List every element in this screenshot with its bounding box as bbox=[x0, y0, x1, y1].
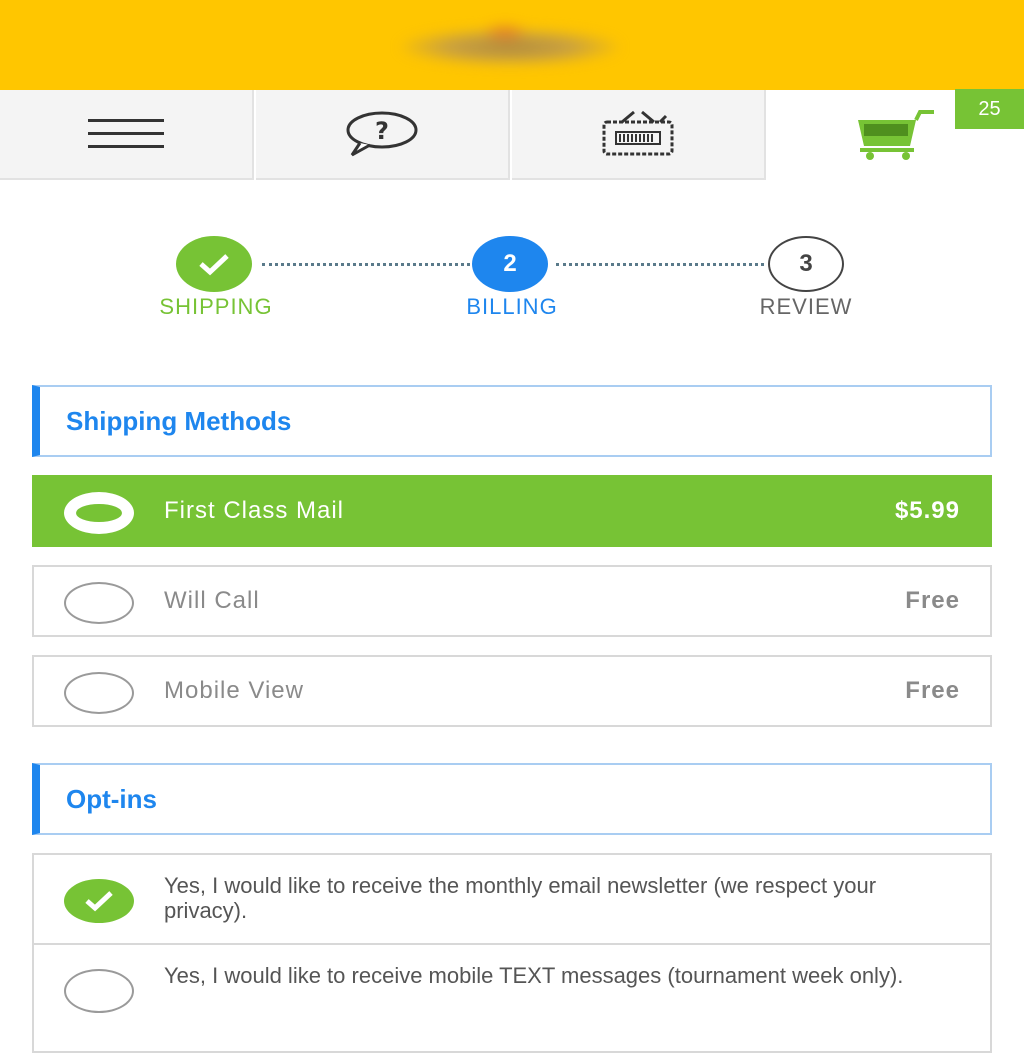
shipping-option-price: Free bbox=[905, 587, 960, 614]
opt-in-sms[interactable]: Yes, I would like to receive mobile TEXT… bbox=[34, 945, 990, 1033]
step-shipping-label: SHIPPING bbox=[159, 294, 273, 319]
radio-unselected-icon[interactable] bbox=[64, 582, 134, 624]
step-connector bbox=[262, 263, 470, 268]
shipping-option-first-class[interactable]: First Class Mail $5.99 bbox=[32, 475, 992, 547]
shipping-option-label: Mobile View bbox=[164, 677, 304, 704]
ticket-tv-icon bbox=[602, 110, 674, 156]
radio-unselected-icon[interactable] bbox=[64, 672, 134, 714]
checkout-progress: SHIPPING 2 BILLING 3 REVIEW bbox=[0, 230, 1024, 330]
tickets-button[interactable] bbox=[512, 90, 766, 180]
top-banner bbox=[0, 0, 1024, 90]
menu-button[interactable] bbox=[0, 90, 254, 180]
hamburger-menu-icon bbox=[88, 119, 164, 148]
shipping-option-label: First Class Mail bbox=[164, 497, 345, 524]
shipping-option-mobile-view[interactable]: Mobile View Free bbox=[32, 655, 992, 727]
cart-count-badge: 25 bbox=[955, 89, 1024, 129]
shipping-option-price: $5.99 bbox=[894, 497, 960, 524]
shipping-option-will-call[interactable]: Will Call Free bbox=[32, 565, 992, 637]
checkmark-icon bbox=[199, 254, 229, 276]
shipping-methods-header: Shipping Methods bbox=[32, 385, 992, 457]
opt-ins-list: Yes, I would like to receive the monthly… bbox=[32, 853, 992, 1053]
step-billing-label: BILLING bbox=[466, 294, 558, 319]
shipping-option-price: Free bbox=[905, 677, 960, 704]
radio-selected-icon[interactable] bbox=[64, 492, 134, 534]
help-button[interactable]: ? bbox=[256, 90, 510, 180]
opt-in-newsletter[interactable]: Yes, I would like to receive the monthly… bbox=[34, 855, 990, 945]
step-billing-circle: 2 bbox=[472, 236, 548, 292]
opt-ins-header: Opt-ins bbox=[32, 763, 992, 835]
checkbox-checked-icon[interactable] bbox=[64, 879, 134, 923]
checkmark-icon bbox=[85, 891, 113, 912]
help-speech-bubble-icon: ? bbox=[346, 111, 418, 157]
brand-logo[interactable] bbox=[400, 22, 620, 66]
opt-in-text: Yes, I would like to receive mobile TEXT… bbox=[164, 963, 904, 988]
checkbox-unchecked-icon[interactable] bbox=[64, 969, 134, 1013]
step-review-circle: 3 bbox=[768, 236, 844, 292]
step-review-label: REVIEW bbox=[759, 294, 853, 319]
shopping-cart-icon bbox=[858, 110, 934, 160]
step-shipping-circle[interactable] bbox=[176, 236, 252, 292]
step-connector bbox=[556, 263, 764, 268]
nav-bar: ? bbox=[0, 90, 1024, 180]
shipping-option-label: Will Call bbox=[164, 587, 260, 614]
svg-text:?: ? bbox=[375, 117, 389, 145]
opt-in-text: Yes, I would like to receive the monthly… bbox=[164, 873, 877, 923]
